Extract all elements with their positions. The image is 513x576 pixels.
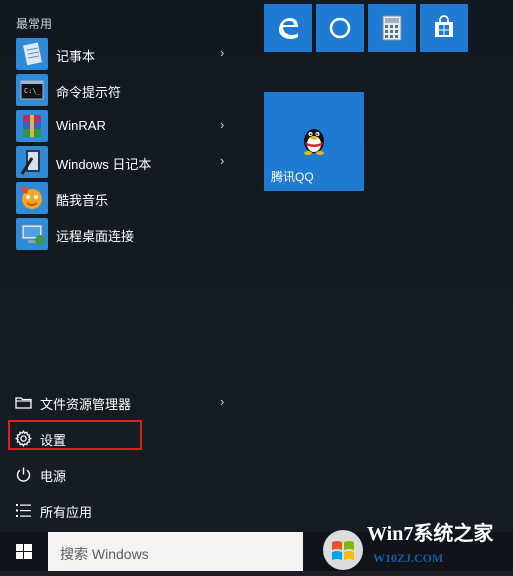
app-item-kuwo-music[interactable]: 酷我音乐 xyxy=(0,181,245,215)
app-item-cmd[interactable]: C:\_ 命令提示符 xyxy=(0,73,245,107)
cmd-icon: C:\_ xyxy=(16,74,48,106)
file-explorer-label: 文件资源管理器 xyxy=(40,397,132,412)
store-bag-icon xyxy=(435,15,453,37)
tile-qq[interactable]: 腾讯QQ xyxy=(264,92,364,191)
most-used-title: 最常用 xyxy=(16,17,53,31)
all-apps-item[interactable]: 所有应用 xyxy=(0,493,245,527)
tile-cortana[interactable] xyxy=(316,4,364,52)
chevron-right-icon[interactable]: › xyxy=(220,45,224,60)
app-label-kuwo-music: 酷我音乐 xyxy=(56,193,109,208)
chevron-right-icon[interactable]: › xyxy=(220,153,224,168)
file-explorer-item[interactable]: 文件资源管理器 › xyxy=(0,385,245,419)
app-item-remote-desktop[interactable]: 远程桌面连接 xyxy=(0,217,245,251)
tile-calculator[interactable] xyxy=(368,4,416,52)
tile-edge[interactable] xyxy=(264,4,312,52)
power-item[interactable]: 电源 xyxy=(0,457,245,491)
tile-store[interactable] xyxy=(420,4,468,52)
edge-icon xyxy=(279,18,298,39)
watermark-url: W10ZJ.COM xyxy=(373,551,443,565)
folder-icon xyxy=(15,397,32,409)
start-button[interactable] xyxy=(0,532,48,571)
app-item-notepad[interactable]: 记事本 › xyxy=(0,37,245,71)
app-label-remote-desktop: 远程桌面连接 xyxy=(56,229,135,244)
chevron-right-icon[interactable]: › xyxy=(220,394,224,409)
qq-penguin-icon xyxy=(304,129,324,155)
search-placeholder: 搜索 Windows xyxy=(60,546,149,562)
journal-icon xyxy=(16,146,48,178)
app-label-winrar: WinRAR xyxy=(56,118,106,133)
list-icon xyxy=(16,504,31,517)
svg-text:C:\_: C:\_ xyxy=(24,87,42,95)
app-label-windows-journal: Windows 日记本 xyxy=(56,157,152,172)
notepad-icon xyxy=(16,38,48,70)
app-label-cmd: 命令提示符 xyxy=(56,85,122,100)
settings-highlight-box xyxy=(8,420,142,450)
start-menu: 最常用 记事本 › C:\_ 命令提示符 WinRAR › Windows 日记… xyxy=(0,0,513,532)
winrar-icon xyxy=(16,110,48,142)
kuwo-music-icon xyxy=(16,182,48,214)
app-item-winrar[interactable]: WinRAR › xyxy=(0,109,245,143)
cortana-circle-icon xyxy=(329,17,351,39)
power-icon xyxy=(16,467,31,482)
windows-logo-icon xyxy=(16,544,32,559)
app-item-windows-journal[interactable]: Windows 日记本 › xyxy=(0,145,245,179)
app-label-notepad: 记事本 xyxy=(56,49,96,64)
chevron-right-icon[interactable]: › xyxy=(220,117,224,132)
watermark-logo: Win7系统之家 W10ZJ.COM xyxy=(303,510,513,571)
tile-qq-label: 腾讯QQ xyxy=(271,170,314,184)
search-input[interactable]: 搜索 Windows xyxy=(48,532,303,571)
remote-desktop-icon xyxy=(16,218,48,250)
power-label: 电源 xyxy=(40,469,67,484)
all-apps-label: 所有应用 xyxy=(40,505,93,520)
watermark-brand: Win7系统之家 xyxy=(367,521,494,545)
calculator-icon xyxy=(382,15,402,41)
